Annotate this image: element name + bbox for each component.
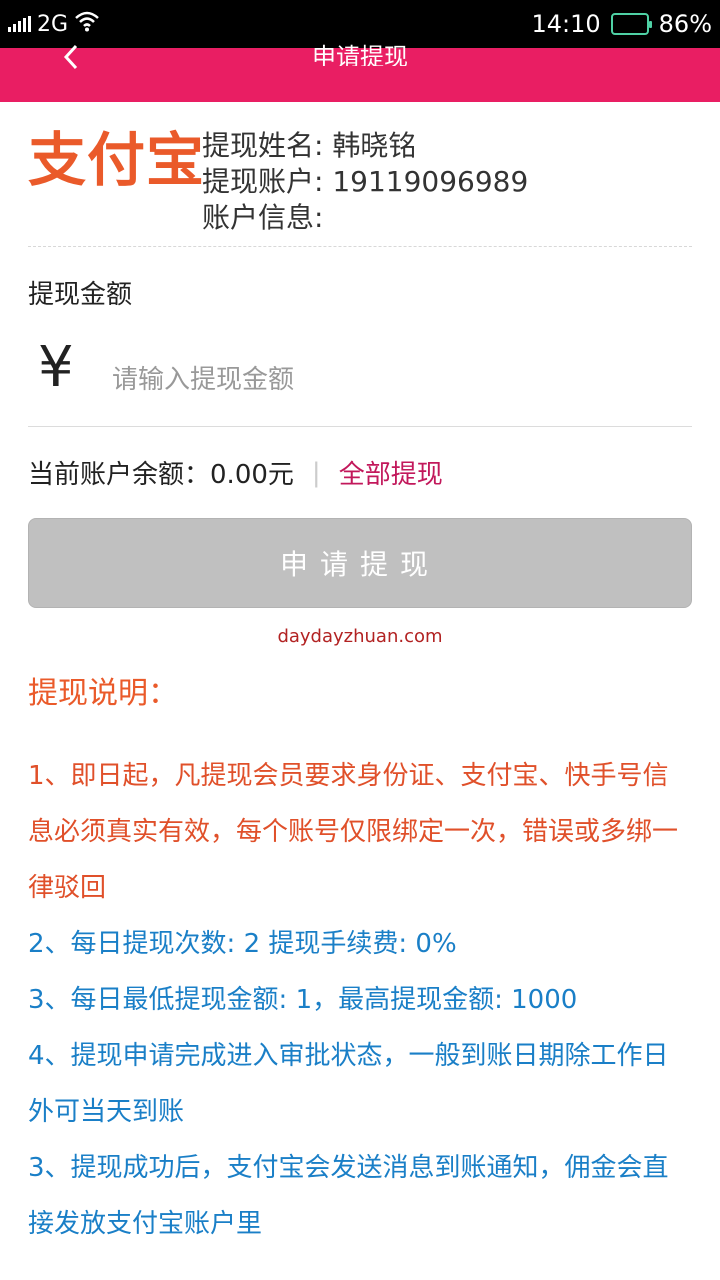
account-number-label: 提现账户: <box>202 165 324 198</box>
account-name-row: 提现姓名: 韩晓铭 <box>202 128 528 164</box>
alipay-logo: 支付宝 <box>28 126 206 194</box>
balance-label: 当前账户余额： <box>28 460 211 490</box>
status-right: 14:10 86% <box>531 10 712 38</box>
notes-list: 1、即日起，凡提现会员要求身份证、支付宝、快手号信息必须真实有效，每个账号仅限绑… <box>28 748 692 1252</box>
clock: 14:10 <box>531 10 601 38</box>
note-item: 3、每日最低提现金额: 1，最高提现金额: 1000 <box>28 985 578 1015</box>
divider-dashed <box>28 246 692 247</box>
account-info: 提现姓名: 韩晓铭 提现账户: 19119096989 账户信息: <box>202 128 528 236</box>
battery-level: 86% <box>658 10 712 38</box>
balance-row: 当前账户余额： 0.00元 | 全部提现 <box>28 454 443 491</box>
wifi-icon <box>74 10 100 38</box>
note-item: 4、提现申请完成进入审批状态，一般到账日期除工作日外可当天到账 <box>28 1041 669 1127</box>
note-item: 2、每日提现次数: 2 提现手续费: 0% <box>28 929 457 959</box>
yen-icon: ¥ <box>38 335 74 400</box>
submit-withdraw-button[interactable]: 申请提现 <box>28 518 692 608</box>
signal-icon <box>8 16 31 32</box>
withdraw-all-link[interactable]: 全部提现 <box>339 454 443 491</box>
amount-label: 提现金额 <box>28 280 133 310</box>
note-item: 3、提现成功后，支付宝会发送消息到账通知，佣金会直接发放支付宝账户里 <box>28 1153 669 1239</box>
account-extra-label: 账户信息: <box>202 201 324 234</box>
divider <box>28 426 692 427</box>
app-header: 申请提现 <box>0 43 720 102</box>
status-bar: 2G 14:10 86% <box>0 0 720 48</box>
balance-value: 0.00元 <box>210 460 294 490</box>
account-name-value: 韩晓铭 <box>332 129 417 162</box>
amount-input[interactable] <box>112 358 672 402</box>
account-number-value: 19119096989 <box>332 165 529 198</box>
page-title: 申请提现 <box>312 43 408 66</box>
battery-icon <box>610 13 652 35</box>
watermark: daydayzhuan.com <box>277 626 443 647</box>
account-number-row: 提现账户: 19119096989 <box>202 164 528 200</box>
notes-title: 提现说明： <box>28 676 178 711</box>
separator: | <box>311 457 321 488</box>
account-extra-row: 账户信息: <box>202 200 528 236</box>
account-name-label: 提现姓名: <box>202 129 324 162</box>
status-left: 2G <box>8 10 100 38</box>
note-item: 1、即日起，凡提现会员要求身份证、支付宝、快手号信息必须真实有效，每个账号仅限绑… <box>28 761 679 903</box>
network-type: 2G <box>37 11 69 37</box>
